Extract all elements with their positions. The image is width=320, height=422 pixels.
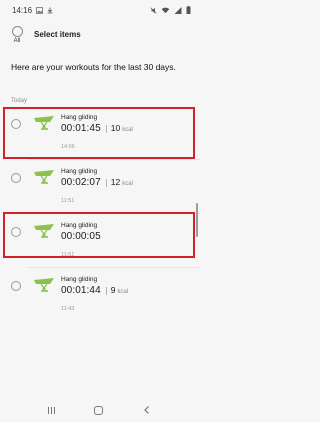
calorie-unit: kcal xyxy=(117,289,129,295)
signal-icon xyxy=(174,6,182,14)
workout-calories: 10 xyxy=(110,123,121,133)
workout-duration: 00:00:05 xyxy=(61,231,101,242)
recents-icon[interactable] xyxy=(47,406,55,414)
scrollbar[interactable] xyxy=(196,203,198,237)
download-icon xyxy=(47,7,53,13)
hang-glider-icon xyxy=(34,170,54,184)
workout-name: Hang gliding xyxy=(61,276,98,283)
select-all-label: All xyxy=(13,38,21,44)
workout-metrics: 00:01:45 10 kcal xyxy=(61,123,133,134)
workout-metrics: 00:00:05 xyxy=(61,231,101,242)
page-title: Select items xyxy=(34,30,81,39)
image-notification-icon xyxy=(36,6,44,14)
workout-duration: 00:02:07 xyxy=(61,177,101,188)
status-left: 14:16 xyxy=(12,6,53,15)
header: All Select items xyxy=(0,24,200,48)
hang-glider-icon xyxy=(34,116,54,130)
workout-row[interactable]: Hang gliding 00:01:45 10 kcal 14:06 xyxy=(0,106,200,160)
workout-row[interactable]: Hang gliding 00:00:05 11:51 xyxy=(0,214,200,268)
row-checkbox[interactable] xyxy=(11,281,21,291)
status-bar: 14:16 xyxy=(0,0,200,20)
select-all-checkbox[interactable]: All xyxy=(10,24,24,44)
metric-divider xyxy=(105,178,107,187)
hang-glider-icon xyxy=(34,278,54,292)
metric-divider xyxy=(105,124,107,133)
workout-duration: 00:01:45 xyxy=(61,123,101,134)
select-all-circle[interactable] xyxy=(11,26,23,37)
workout-name: Hang gliding xyxy=(61,222,98,229)
section-label-today: Today xyxy=(11,98,28,104)
workout-duration: 00:01:44 xyxy=(61,285,101,296)
status-time: 14:16 xyxy=(12,5,33,15)
workout-calories: 9 xyxy=(110,285,116,295)
row-checkbox[interactable] xyxy=(11,173,21,183)
workout-time: 11:51 xyxy=(61,198,75,204)
wifi-icon xyxy=(161,7,170,13)
workout-time: 11:51 xyxy=(61,252,75,258)
nav-bar xyxy=(0,398,200,422)
screen: 14:16 All Select items Here are your wor… xyxy=(0,0,200,422)
hang-glider-icon xyxy=(34,224,54,238)
status-right xyxy=(150,6,191,14)
workout-name: Hang gliding xyxy=(61,114,98,121)
workout-metrics: 00:02:07 12 kcal xyxy=(61,177,133,188)
row-checkbox[interactable] xyxy=(11,119,21,129)
home-icon[interactable] xyxy=(93,405,103,415)
workout-row[interactable]: Hang gliding 00:01:44 9 kcal 11:43 xyxy=(0,268,200,322)
mute-icon xyxy=(150,6,157,14)
workout-name: Hang gliding xyxy=(61,168,98,175)
workout-row[interactable]: Hang gliding 00:02:07 12 kcal 11:51 xyxy=(0,160,200,214)
calorie-unit: kcal xyxy=(122,181,133,187)
battery-icon xyxy=(186,6,191,14)
workout-time: 11:43 xyxy=(61,306,75,312)
row-checkbox[interactable] xyxy=(11,227,21,237)
back-icon[interactable] xyxy=(142,405,152,415)
workout-calories: 12 xyxy=(110,177,121,187)
workout-time: 14:06 xyxy=(61,144,75,150)
workout-metrics: 00:01:44 9 kcal xyxy=(61,285,128,296)
calorie-unit: kcal xyxy=(122,127,133,133)
metric-divider xyxy=(105,286,107,295)
intro-text: Here are your workouts for the last 30 d… xyxy=(11,62,176,72)
